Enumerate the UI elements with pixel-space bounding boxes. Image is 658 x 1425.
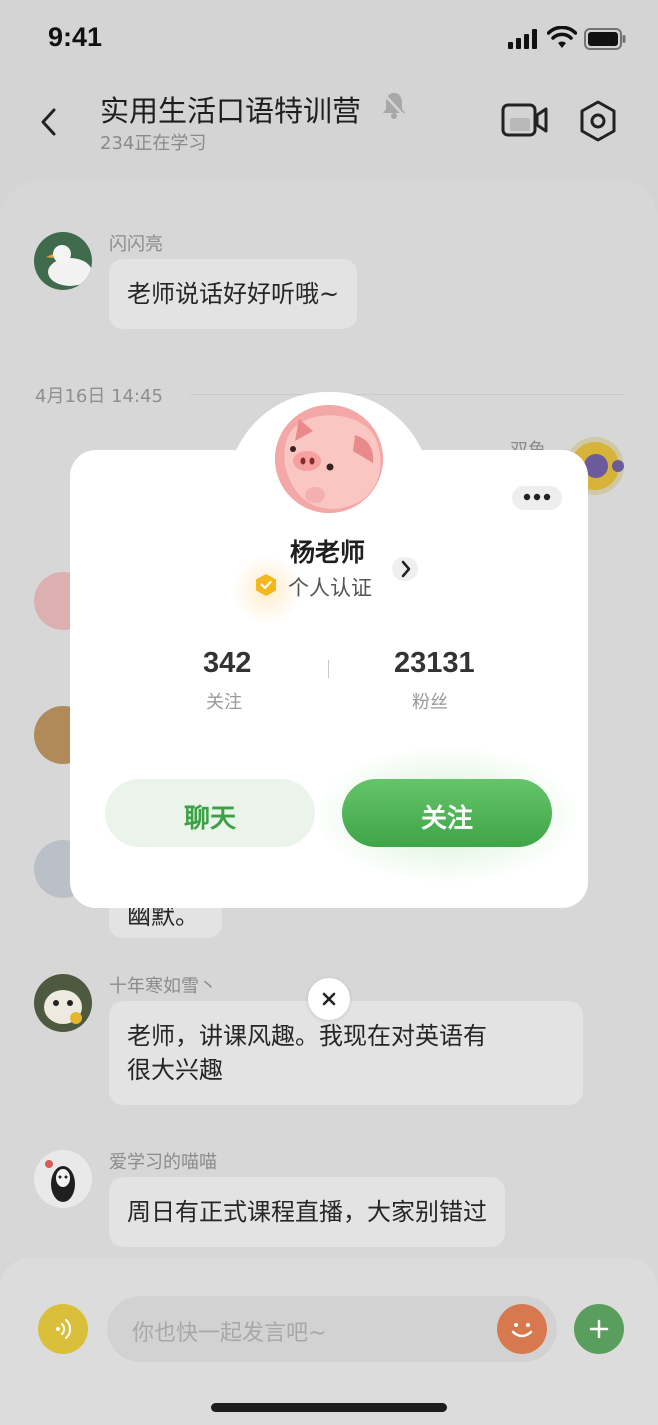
avatar[interactable] xyxy=(34,974,92,1032)
date-divider: 4月16日 14:45 xyxy=(35,386,163,407)
chat-button-label: 聊天 xyxy=(183,804,236,834)
back-icon[interactable] xyxy=(34,102,66,142)
stat-divider xyxy=(328,660,329,678)
bubble-line: 老师，讲课风趣。我现在对英语有 xyxy=(127,1022,487,1050)
verification-label: 个人认证 xyxy=(288,576,372,600)
battery-icon xyxy=(584,28,626,50)
follow-button[interactable]: 关注 xyxy=(342,779,552,847)
avatar[interactable] xyxy=(34,232,92,290)
page-title: 实用生活口语特训营 xyxy=(100,94,362,128)
followers-label: 粉丝 xyxy=(412,692,448,713)
chevron-right-icon xyxy=(401,560,411,578)
more-actions-button[interactable] xyxy=(574,1304,624,1354)
sender-name: 十年寒如雪丶 xyxy=(109,976,217,997)
voice-icon xyxy=(56,1319,72,1339)
profile-detail-button[interactable] xyxy=(392,557,418,581)
voice-input-button[interactable] xyxy=(38,1304,88,1354)
emoji-icon xyxy=(511,1323,533,1338)
message-bubble: 周日有正式课程直播，大家别错过 xyxy=(109,1177,505,1247)
message-bubble: 老师说话好好听哦~ xyxy=(109,259,358,329)
close-icon xyxy=(322,992,336,1006)
followers-count: 23131 xyxy=(394,647,475,679)
message-bubble: 老师，讲课风趣。我现在对英语有 很大兴趣 xyxy=(109,1001,583,1105)
message-item: 爱学习的喵喵 周日有正式课程直播，大家别错过 xyxy=(34,1150,634,1260)
sender-name: 爱学习的喵喵 xyxy=(109,1152,217,1173)
input-placeholder: 你也快一起发言吧~ xyxy=(132,1321,327,1346)
plus-icon xyxy=(589,1319,609,1339)
chat-header: 实用生活口语特训营 234正在学习 xyxy=(0,78,658,178)
follow-button-label: 关注 xyxy=(420,804,473,834)
chat-button[interactable]: 聊天 xyxy=(105,779,315,847)
close-popup-button[interactable] xyxy=(308,978,350,1020)
following-count: 342 xyxy=(203,647,252,679)
cellular-signal-icon xyxy=(508,29,537,49)
bell-mute-icon xyxy=(383,93,406,119)
status-bar: 9:41 xyxy=(0,0,658,78)
home-indicator xyxy=(211,1403,447,1412)
settings-icon[interactable] xyxy=(576,99,620,143)
message-input[interactable]: 你也快一起发言吧~ xyxy=(107,1296,557,1362)
avatar[interactable] xyxy=(34,1150,92,1208)
emoji-button[interactable] xyxy=(497,1304,547,1354)
message-item: 闪闪亮 老师说话好好听哦~ xyxy=(34,232,614,342)
status-time: 9:41 xyxy=(48,22,103,52)
more-dots-icon xyxy=(523,493,551,501)
video-call-icon[interactable] xyxy=(500,100,550,140)
divider-line xyxy=(190,394,624,395)
more-options-button[interactable] xyxy=(512,486,562,510)
sender-name: 闪闪亮 xyxy=(109,234,163,255)
profile-avatar[interactable] xyxy=(275,405,383,513)
wifi-icon xyxy=(547,26,577,48)
bubble-line: 很大兴趣 xyxy=(127,1056,223,1084)
learner-count: 234正在学习 xyxy=(100,133,207,154)
verified-badge-icon xyxy=(256,574,276,596)
following-label: 关注 xyxy=(206,692,242,713)
profile-name: 杨老师 xyxy=(290,538,366,567)
